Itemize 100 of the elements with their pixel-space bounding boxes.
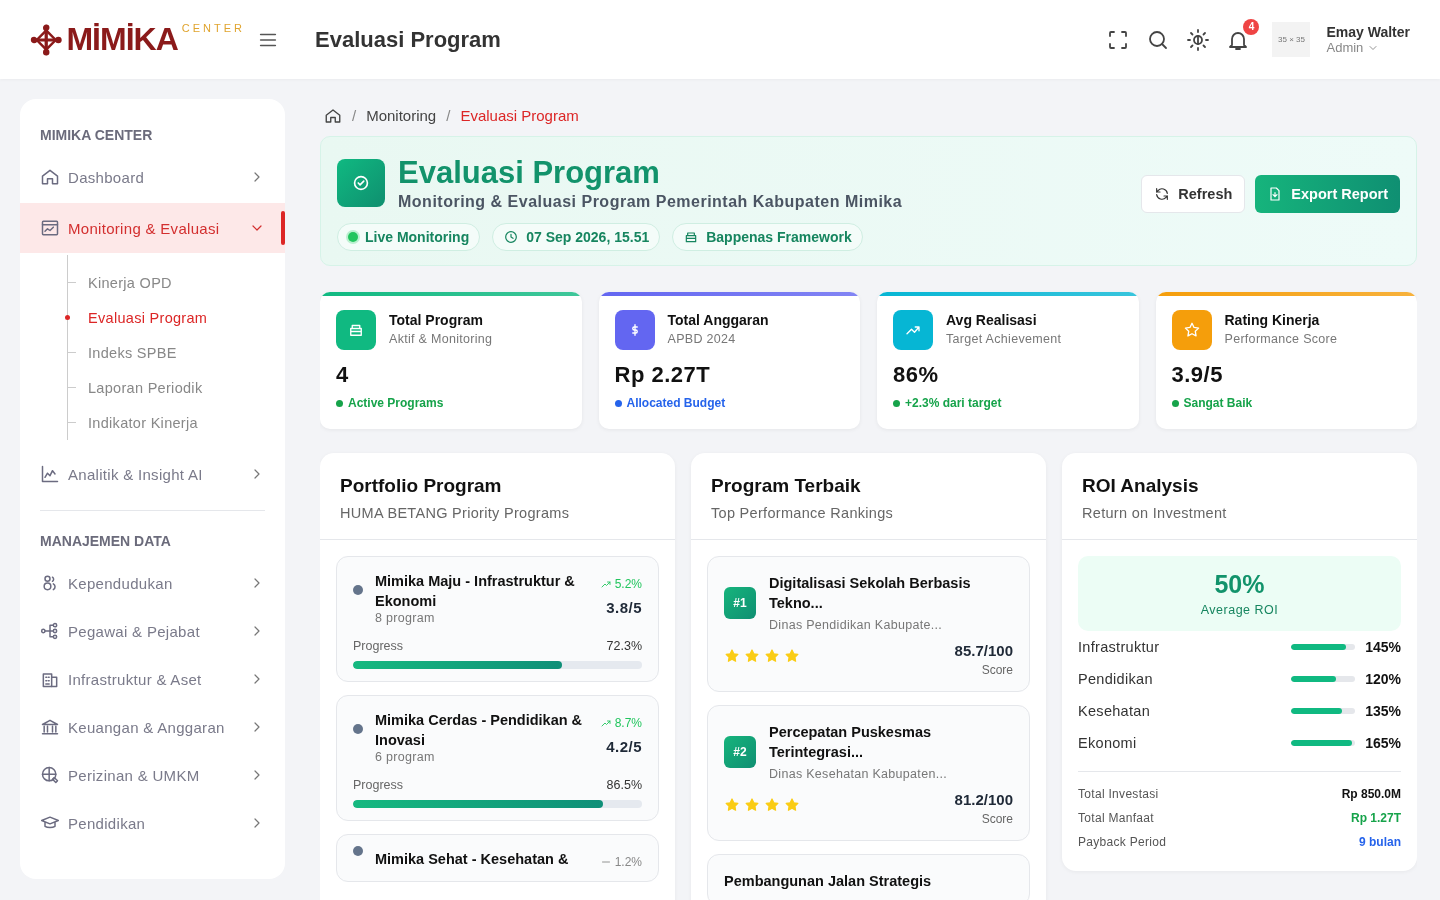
program-name: Digitalisasi Sekolah Berbasis Tekno... — [769, 574, 972, 613]
score-label: Score — [980, 663, 1013, 677]
stat-subtitle: Target Achievement — [946, 332, 1062, 346]
summary-label: Total Investasi — [1078, 787, 1159, 801]
sector-roi-value: 165% — [1364, 735, 1401, 751]
trend-value: 8.7% — [614, 716, 642, 730]
sidebar-item[interactable]: Pegawai & Pejabat — [20, 607, 285, 655]
program-name: Percepatan Puskesmas Terintegrasi... — [769, 723, 932, 762]
export-button[interactable]: Export Report — [1255, 175, 1400, 213]
sidebar-item[interactable]: Perizinan & UMKM — [20, 751, 285, 799]
program-count: 8 program — [375, 611, 436, 625]
summary-value: 9 bulan — [1359, 835, 1401, 849]
sector-name: Pendidikan — [1078, 671, 1154, 687]
stat-title: Avg Realisasi — [946, 312, 1038, 328]
trend-up-icon — [599, 717, 612, 729]
star-icon — [784, 648, 800, 664]
summary-label: Payback Period — [1078, 835, 1167, 849]
stat-value: 3.9/5 — [1171, 362, 1224, 388]
stat-subtitle: Aktif & Monitoring — [389, 332, 493, 346]
sector-name: Kesehatan — [1078, 703, 1152, 719]
panel-title: Program Terbaik — [711, 475, 862, 497]
star-icon — [784, 797, 800, 813]
program-rating: 4.2/5 — [605, 738, 642, 755]
star-icon — [724, 797, 740, 813]
star-icon — [764, 797, 780, 813]
stat-value: Rp 2.27T — [614, 362, 712, 388]
submenu-item[interactable]: Indikator Kinerja — [68, 405, 285, 440]
user-role-dropdown[interactable]: Admin — [1326, 40, 1410, 55]
status-dot — [353, 846, 363, 856]
sidebar-item[interactable]: Pendidikan — [20, 799, 285, 847]
sector-roi-value: 145% — [1364, 639, 1401, 655]
submenu-item[interactable]: Laporan Periodik — [68, 370, 285, 405]
sidebar-item[interactable]: Analitik & Insight AI — [20, 450, 285, 498]
progress-label: Progress — [353, 778, 404, 792]
brightness-icon[interactable] — [1186, 27, 1211, 52]
submenu-item[interactable]: Indeks SPBE — [68, 335, 285, 370]
submenu-item[interactable]: Evaluasi Program — [68, 300, 285, 335]
breadcrumb-link[interactable]: Evaluasi Program — [460, 107, 579, 124]
globe-icon — [40, 765, 60, 785]
stat-note: +2.3% dari target — [905, 396, 1002, 410]
section-heading: MANAJEMEN DATA — [39, 533, 172, 549]
home-icon — [40, 167, 60, 187]
panel-subtitle: Return on Investment — [1082, 505, 1228, 521]
summary-value: Rp 1.27T — [1351, 811, 1401, 825]
monitor-icon — [40, 218, 60, 238]
star-icon — [764, 648, 780, 664]
stat-title: Total Anggaran — [667, 312, 769, 328]
sidebar-item[interactable]: Kependudukan — [20, 559, 285, 607]
clock-icon — [503, 229, 520, 245]
progress-label: Progress — [353, 639, 404, 653]
score-label: Score — [980, 812, 1013, 826]
stat-value: 4 — [336, 362, 350, 388]
program-name: Mimika Sehat - Kesehatan & — [375, 850, 570, 869]
star-icon — [744, 797, 760, 813]
pill-label: Live Monitoring — [365, 229, 470, 245]
logo-subtitle: CENTER — [181, 22, 245, 34]
stat-subtitle: APBD 2024 — [667, 332, 737, 346]
score-value: 85.7/100 — [954, 642, 1013, 659]
stat-value: 86% — [893, 362, 940, 388]
refresh-icon — [1154, 186, 1171, 202]
program-name: Mimika Maju - Infrastruktur & Ekonomi — [375, 572, 576, 611]
sidebar-item[interactable]: Dashboard — [20, 153, 285, 201]
star-icon — [744, 648, 760, 664]
page-subheading: Monitoring & Evaluasi Program Pemerintah Kabupaten Mimika — [398, 193, 903, 211]
chart-icon — [40, 464, 60, 484]
breadcrumb-separator: / — [446, 107, 451, 124]
page-title: Evaluasi Program — [315, 26, 501, 53]
progress-value: 86.5% — [606, 778, 642, 792]
panel-title: ROI Analysis — [1082, 475, 1200, 497]
sidebar-item[interactable]: Keuangan & Anggaran — [20, 703, 285, 751]
average-roi-value: 50% — [1213, 570, 1266, 599]
hierarchy-icon — [40, 621, 60, 641]
live-dot-icon — [348, 232, 358, 242]
sidebar-item[interactable]: Monitoring & Evaluasi — [20, 203, 285, 253]
pill-label: 07 Sep 2026, 15.51 — [526, 229, 650, 245]
summary-label: Total Manfaat — [1078, 811, 1154, 825]
trend-value: 1.2% — [614, 855, 642, 869]
score-value: 81.2/100 — [954, 791, 1013, 808]
agency-name: Dinas Kesehatan Kabupaten... — [769, 767, 948, 781]
rank-badge: #1 — [724, 586, 756, 619]
status-dot — [353, 724, 363, 734]
stat-note: Active Programs — [348, 396, 444, 410]
stat-note: Allocated Budget — [626, 396, 726, 410]
program-rating: 3.8/5 — [605, 599, 642, 616]
user-name: Emay Walter — [1326, 24, 1410, 40]
pill-label: Bappenas Framework — [706, 229, 852, 245]
submenu-item[interactable]: Kinerja OPD — [68, 265, 285, 300]
panel-subtitle: HUMA BETANG Priority Programs — [340, 505, 571, 521]
stat-note: Sangat Baik — [1183, 396, 1253, 410]
rank-badge: #2 — [724, 735, 756, 768]
program-count: 6 program — [375, 750, 436, 764]
avatar-placeholder-text: 35 × 35 — [1278, 35, 1305, 44]
summary-value: Rp 850.0M — [1341, 787, 1401, 801]
breadcrumb-link[interactable]: Monitoring — [366, 107, 437, 124]
notification-badge: 4 — [1243, 18, 1260, 35]
refresh-button[interactable]: Refresh — [1141, 175, 1246, 213]
sidebar-item[interactable]: Infrastruktur & Aset — [20, 655, 285, 703]
stat-subtitle: Performance Score — [1224, 332, 1338, 346]
stat-title: Total Program — [389, 312, 484, 328]
sector-roi-value: 120% — [1364, 671, 1401, 687]
